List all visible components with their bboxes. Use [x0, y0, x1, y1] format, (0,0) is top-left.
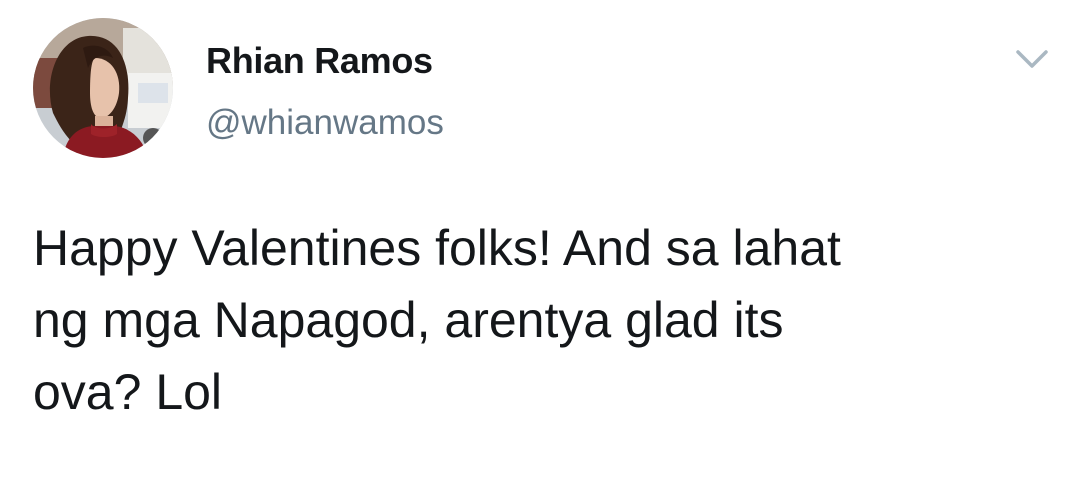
tweet-line: Happy Valentines folks! And sa lahat — [33, 220, 841, 276]
tweet-line: ova? Lol — [33, 364, 223, 420]
tweet-line: ng mga Napagod, arentya glad its — [33, 292, 784, 348]
chevron-down-icon[interactable] — [1012, 44, 1052, 74]
display-name[interactable]: Rhian Ramos — [206, 40, 433, 82]
chevron-down-glyph — [1016, 50, 1048, 68]
tweet-text: Happy Valentines folks! And sa lahat ng … — [33, 212, 1043, 428]
avatar[interactable] — [33, 18, 173, 158]
user-handle[interactable]: @whianwamos — [206, 103, 444, 143]
avatar-image — [33, 18, 173, 158]
tweet-card: Rhian Ramos @whianwamos Happy Valentines… — [0, 0, 1080, 482]
